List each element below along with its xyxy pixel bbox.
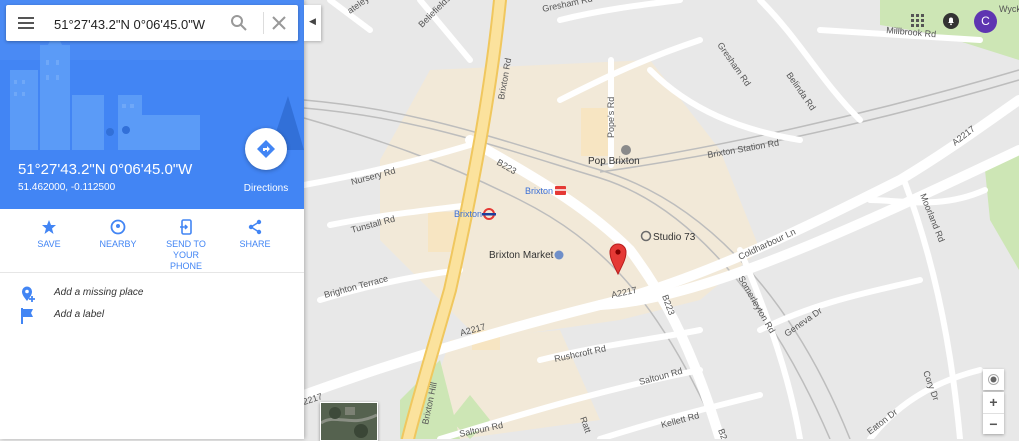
zoom-control: + − [983,392,1004,434]
star-icon [42,220,56,234]
flag-icon [21,308,33,324]
directions-icon [257,140,275,158]
send-to-phone-button[interactable]: SEND TO YOUR PHONE [152,219,220,272]
label-studio73: Studio 73 [653,232,696,243]
send-to-phone-icon [180,219,192,235]
add-missing-place-row[interactable]: Add a missing place [0,283,304,305]
my-location-icon [988,374,999,385]
label-wyck: Wyck [999,4,1019,14]
place-title: 51°27'43.2"N 0°06'45.0"W [18,161,193,178]
add-label-label: Add a label [54,309,105,320]
directions-label[interactable]: Directions [240,183,292,194]
search-box [6,5,298,41]
notifications-bell-icon[interactable] [943,13,959,34]
my-location-button[interactable] [983,369,1004,390]
place-decimal-coordinates: 51.462000, -0.112500 [18,182,116,193]
label-brixton-tube: Brixton [454,209,482,219]
nearby-button[interactable]: NEARBY [96,219,140,250]
zoom-in-button[interactable]: + [983,392,1004,414]
collapse-arrow-icon: ◀ [309,16,316,26]
search-input[interactable] [52,11,226,37]
menu-hamburger-icon[interactable] [16,13,36,33]
add-missing-place-label: Add a missing place [54,287,144,298]
nearby-icon [110,219,126,235]
send-to-phone-label-line2: PHONE [169,261,202,271]
label-brixton-rail: Brixton [525,186,553,196]
zoom-out-button[interactable]: − [983,414,1004,435]
add-label-row[interactable]: Add a label [0,305,304,327]
search-icon[interactable] [229,13,249,33]
collapse-panel-button[interactable]: ◀ [304,5,321,41]
label-brixton-market: Brixton Market [489,250,554,261]
rail-station-icon[interactable] [555,186,566,195]
label-pop-brixton: Pop Brixton [588,156,640,167]
side-panel: 51°27'43.2"N 0°06'45.0"W 51.462000, -0.1… [0,0,304,439]
satellite-layer-thumbnail[interactable] [320,402,378,441]
account-avatar[interactable]: C [974,10,997,33]
directions-button[interactable] [245,128,287,170]
poi-market-icon[interactable] [554,250,564,260]
search-divider [263,12,264,34]
poi-pop-brixton-icon[interactable] [621,145,631,155]
save-button[interactable]: SAVE [30,219,68,250]
apps-grid-icon[interactable] [911,14,925,33]
nearby-label: NEARBY [99,239,137,249]
label-popes-rd: Pope's Rd [606,97,616,138]
share-label: SHARE [239,239,271,249]
send-to-phone-label: SEND TO YOUR [166,239,206,260]
save-label: SAVE [37,239,61,249]
share-button[interactable]: SHARE [236,219,274,250]
share-icon [248,219,262,235]
action-bar: SAVE NEARBY SEND TO YOUR PHONE SHARE [0,209,304,273]
close-icon[interactable] [269,13,289,33]
add-place-pin-icon [22,286,35,302]
